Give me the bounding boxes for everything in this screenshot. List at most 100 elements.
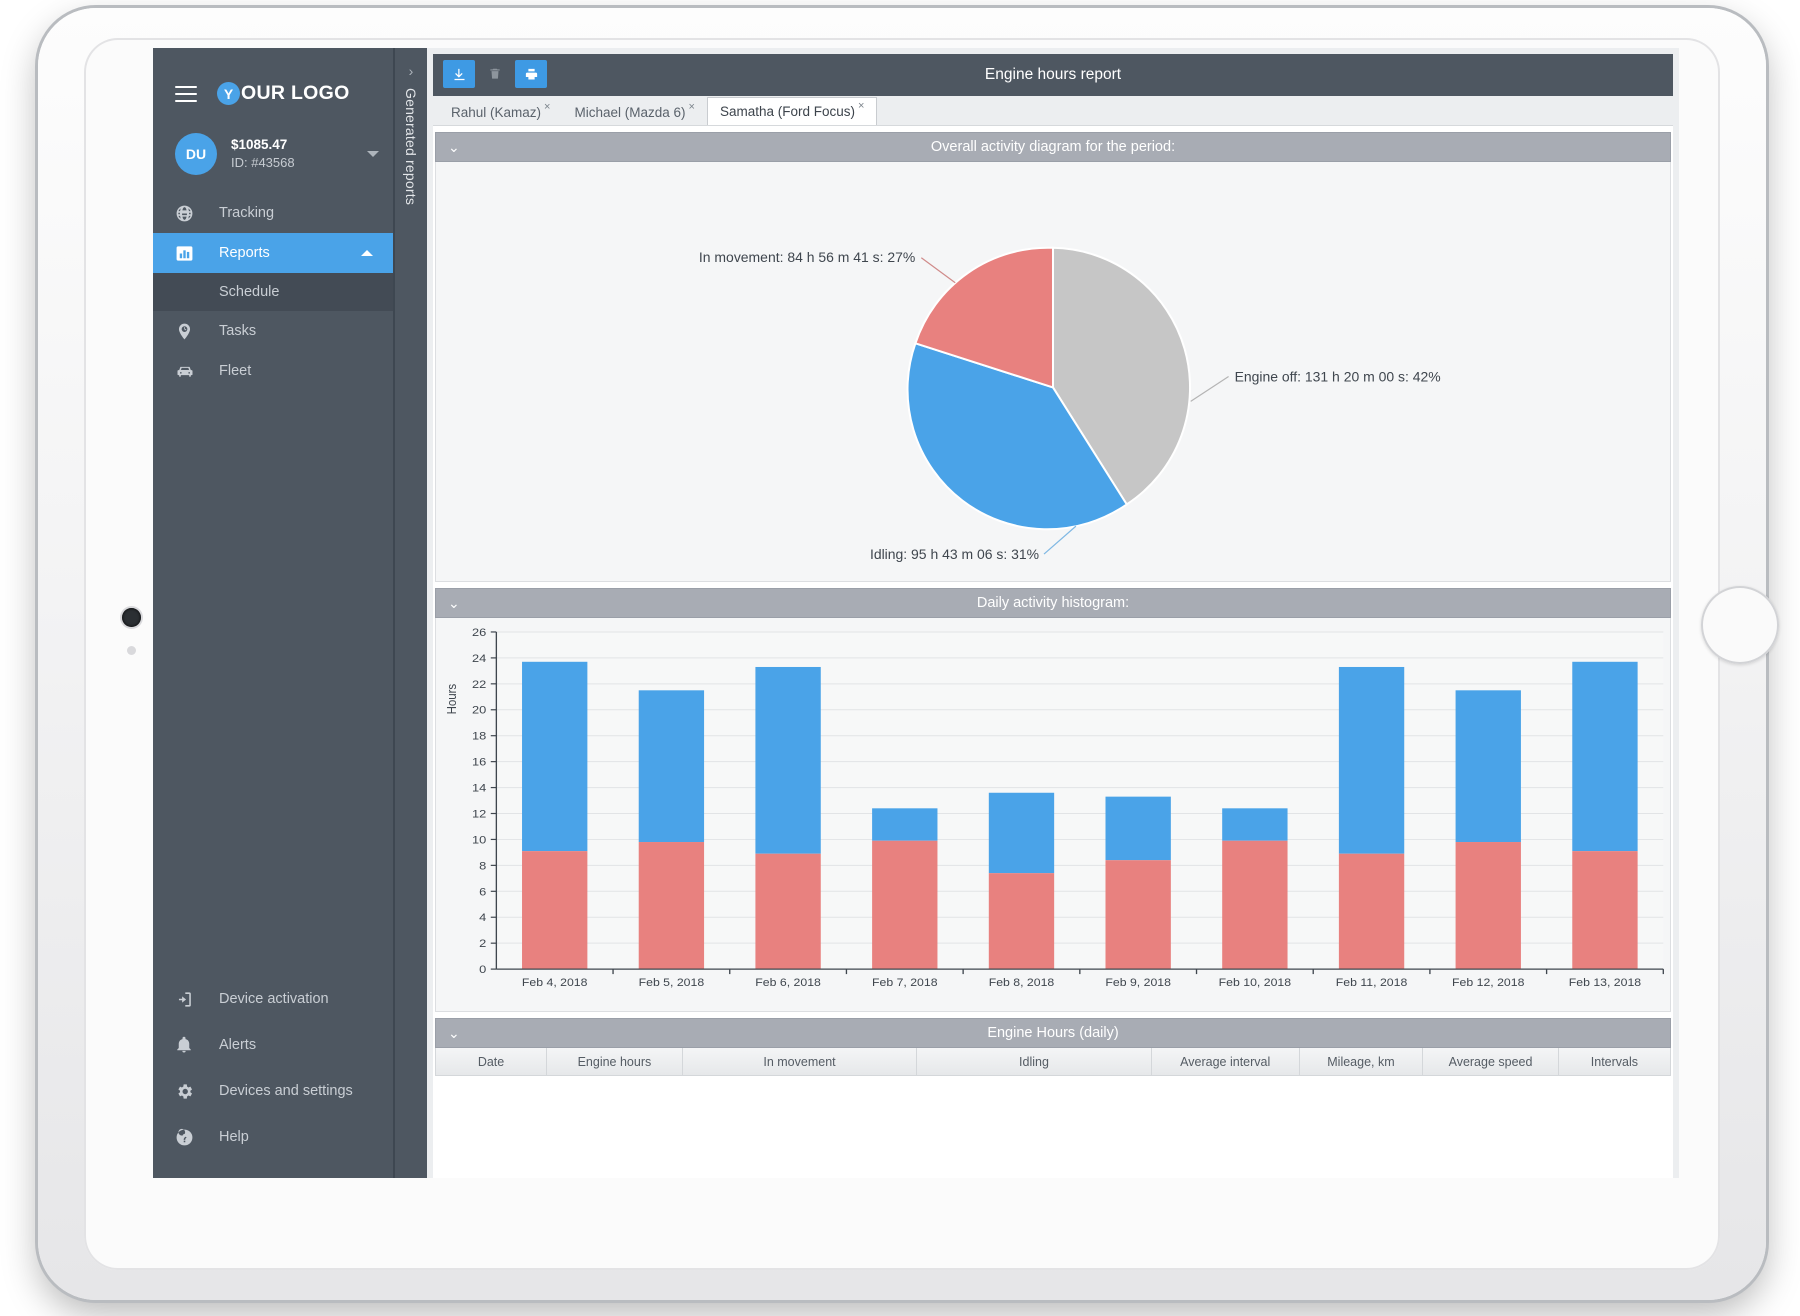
trash-icon[interactable]	[479, 60, 511, 88]
chevron-down-icon[interactable]	[367, 151, 379, 157]
sidebar-item-schedule[interactable]: Schedule	[153, 273, 393, 311]
sidebar-item-devices-and-settings[interactable]: Devices and settings	[153, 1068, 393, 1114]
sidebar-item-label: Tracking	[219, 205, 275, 221]
table-column-header[interactable]: In movement	[683, 1048, 918, 1075]
y-tick-label: 4	[479, 911, 486, 924]
table-column-header[interactable]: Engine hours	[547, 1048, 683, 1075]
panel-header-overall-activity[interactable]: ⌄ Overall activity diagram for the perio…	[435, 132, 1671, 162]
sidebar-item-alerts[interactable]: Alerts	[153, 1022, 393, 1068]
table-header-row: Date Engine hours In movement Idling Average…	[435, 1048, 1671, 1076]
report-toolbar	[443, 60, 547, 88]
print-icon[interactable]	[515, 60, 547, 88]
close-icon[interactable]: ×	[544, 101, 550, 113]
chevron-down-icon[interactable]: ⌄	[448, 140, 460, 154]
daily-activity-histogram-panel: 0 2 4 6 8 10 12 14 16 18 20 22 24 26 Feb 4, 2018 Feb 5,…	[435, 618, 1671, 1012]
clock-pin-icon	[175, 322, 201, 341]
pie-label-engine-off: Engine off: 131 h 20 m 00 s: 42%	[1235, 368, 1441, 384]
bar-segment-idling	[755, 666, 821, 854]
pie-label-in-movement: In movement: 84 h 56 m 41 s: 27%	[699, 249, 915, 265]
y-tick-label: 10	[472, 833, 487, 846]
tab-rahul-kamaz[interactable]: Rahul (Kamaz) ×	[439, 99, 562, 125]
close-icon[interactable]: ×	[858, 100, 864, 112]
table-column-header[interactable]: Date	[436, 1048, 548, 1075]
bar-segment-idling	[1105, 796, 1171, 861]
brand-title: OUR LOGO	[241, 82, 350, 104]
home-button[interactable]	[1701, 586, 1779, 664]
overall-activity-pie-panel: In movement: 84 h 56 m 41 s: 27% Engine …	[435, 162, 1671, 582]
generated-reports-rail[interactable]: › Generated reports	[393, 48, 427, 1178]
pie-label-idling: Idling: 95 h 43 m 06 s: 31%	[870, 546, 1039, 562]
globe-icon	[175, 204, 201, 223]
content-inner: Engine hours report Rahul (Kamaz) × Mich…	[433, 54, 1673, 1178]
close-icon[interactable]: ×	[689, 101, 695, 113]
brand-row: Y OUR LOGO	[153, 70, 393, 119]
sidebar-item-tasks[interactable]: Tasks	[153, 311, 393, 351]
tab-label: Rahul (Kamaz)	[451, 104, 542, 120]
y-tick-label: 8	[479, 859, 486, 872]
sidebar-item-label: Reports	[219, 245, 270, 261]
y-axis-label: Hours	[445, 684, 460, 715]
sidebar-bottom: Device activation Alerts Devices and set…	[153, 976, 393, 1178]
account-info: $1085.47 ID: #43568	[231, 136, 361, 172]
chevron-right-icon: ›	[408, 63, 414, 79]
panel-title: Engine Hours (daily)	[987, 1025, 1119, 1041]
help-icon	[175, 1128, 201, 1147]
tab-michael-mazda-6[interactable]: Michael (Mazda 6) ×	[562, 99, 706, 125]
leader-line-idling	[1043, 525, 1077, 555]
gear-icon	[175, 1082, 201, 1101]
y-tick-label: 26	[472, 626, 487, 639]
bar-segment-in-movement	[988, 873, 1055, 970]
x-tick-label: Feb 13, 2018	[1569, 977, 1641, 989]
sidebar-item-device-activation[interactable]: Device activation	[153, 976, 393, 1022]
chevron-up-icon	[361, 250, 373, 256]
report-header: Engine hours report	[433, 54, 1673, 96]
table-column-header[interactable]: Mileage, km	[1300, 1048, 1424, 1075]
sidebar-subitem-label: Schedule	[219, 284, 280, 300]
x-tick-label: Feb 10, 2018	[1219, 977, 1291, 989]
x-tick-label: Feb 11, 2018	[1336, 977, 1407, 989]
sidebar-item-reports[interactable]: Reports	[153, 233, 393, 273]
panel-title: Overall activity diagram for the period:	[930, 139, 1176, 155]
bar-segment-in-movement	[1338, 853, 1405, 970]
bar-segment-in-movement	[872, 840, 938, 970]
avatar: DU	[175, 133, 217, 175]
pie-chart: In movement: 84 h 56 m 41 s: 27% Engine …	[699, 246, 1441, 562]
bar-segment-idling	[638, 690, 705, 843]
bar-segment-in-movement	[638, 842, 705, 970]
tab-label: Michael (Mazda 6)	[574, 104, 686, 120]
sidebar-item-fleet[interactable]: Fleet	[153, 351, 393, 391]
sidebar-item-label: Help	[219, 1129, 249, 1145]
page-title: Engine hours report	[984, 66, 1122, 83]
chevron-down-icon[interactable]: ⌄	[448, 596, 460, 610]
chevron-down-icon[interactable]: ⌄	[448, 1026, 460, 1040]
sidebar-item-label: Devices and settings	[219, 1083, 353, 1099]
tab-bar: Rahul (Kamaz) × Michael (Mazda 6) × Sama…	[433, 96, 1673, 126]
panel-header-engine-hours-table[interactable]: ⌄ Engine Hours (daily)	[435, 1018, 1671, 1048]
table-column-header[interactable]: Average speed	[1423, 1048, 1559, 1075]
hamburger-icon[interactable]	[175, 85, 197, 102]
device-activation-icon	[175, 990, 201, 1009]
brand-logo[interactable]: Y OUR LOGO	[217, 82, 350, 105]
bar-segment-idling	[988, 792, 1055, 874]
table-column-header[interactable]: Average interval	[1152, 1048, 1300, 1075]
account-switcher[interactable]: DU $1085.47 ID: #43568	[153, 119, 393, 193]
panel-header-daily-histogram[interactable]: ⌄ Daily activity histogram:	[435, 588, 1671, 618]
tab-samatha-ford-focus[interactable]: Samatha (Ford Focus) ×	[706, 97, 878, 125]
bar-segment-idling	[522, 661, 588, 852]
x-tick-label: Feb 7, 2018	[872, 977, 938, 989]
sidebar-top: Y OUR LOGO DU $1085.47 ID: #43568 Tracki…	[153, 48, 393, 391]
table-column-header[interactable]: Intervals	[1559, 1048, 1670, 1075]
sidebar-item-label: Tasks	[219, 323, 257, 339]
bar-segment-in-movement	[755, 853, 821, 970]
bar-segment-idling	[872, 808, 938, 841]
generated-reports-label: Generated reports	[403, 88, 419, 206]
download-icon[interactable]	[443, 60, 475, 88]
sidebar-item-help[interactable]: Help	[153, 1114, 393, 1160]
table-column-header[interactable]: Idling	[917, 1048, 1152, 1075]
bar-segment-idling	[1455, 690, 1521, 843]
sidebar-item-label: Device activation	[219, 991, 329, 1007]
bell-icon	[175, 1036, 201, 1054]
y-tick-label: 18	[472, 729, 487, 742]
sidebar-item-tracking[interactable]: Tracking	[153, 193, 393, 233]
